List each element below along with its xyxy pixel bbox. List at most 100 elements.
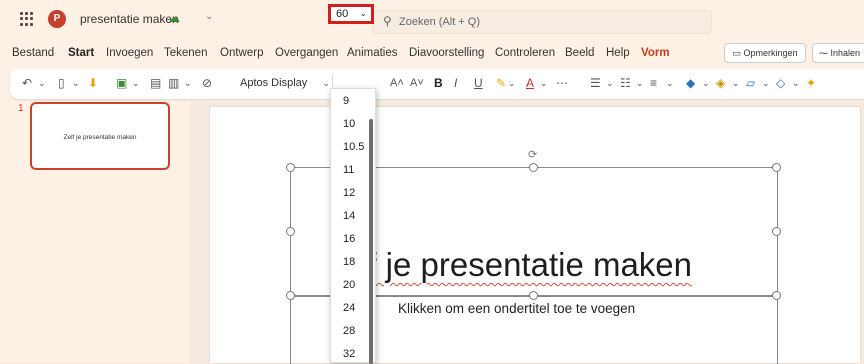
slide-thumbnail-title: Zelf je presentatie maken	[63, 134, 137, 141]
font-size-option[interactable]: 12	[343, 187, 355, 199]
app-window: P presentatie maken ☁ ⌄ ⚲ Zoeken (Alt + …	[0, 0, 864, 364]
resize-handle[interactable]	[286, 227, 295, 236]
shape-fill-icon[interactable]: ◈	[716, 76, 725, 90]
shrink-font-icon[interactable]: A˅	[410, 77, 424, 89]
shape-effects-icon[interactable]: ◇	[776, 76, 785, 90]
align-chevron-icon[interactable]: ⌄	[666, 78, 674, 89]
numbering-chevron-icon[interactable]: ⌄	[636, 78, 644, 89]
dropdown-scrollbar[interactable]	[369, 119, 373, 364]
slide-subtitle[interactable]: Klikken om een ondertitel toe te voegen	[398, 301, 635, 316]
chevron-down-icon: ⌄	[322, 78, 330, 88]
comments-button[interactable]: ▭ Opmerkingen	[724, 43, 806, 63]
resize-handle[interactable]	[529, 291, 538, 300]
font-size-option[interactable]: 9	[343, 95, 349, 107]
font-color-icon[interactable]: A	[526, 76, 534, 90]
italic-icon[interactable]: I	[454, 76, 457, 90]
align-icon[interactable]: ≡	[650, 76, 657, 90]
rotate-handle-icon[interactable]: ⟳	[528, 148, 537, 161]
menu-ontwerp[interactable]: Ontwerp	[220, 47, 263, 59]
grow-font-icon[interactable]: A˄	[390, 77, 404, 89]
section-icon[interactable]: ▥	[168, 76, 179, 90]
catch-up-button[interactable]: ⁓ Inhalen	[812, 43, 864, 63]
menu-help[interactable]: Help	[606, 47, 630, 59]
cloud-saved-icon: ☁	[168, 11, 180, 25]
font-color-chevron-icon[interactable]: ⌄	[540, 78, 548, 89]
slide-title-text: lf je presentatie maken	[360, 246, 693, 283]
catch-up-label: Inhalen	[830, 48, 861, 58]
font-size-option[interactable]: 11	[343, 164, 354, 176]
font-name-value: Aptos Display	[240, 77, 308, 89]
shape-effects-chevron-icon[interactable]: ⌄	[792, 78, 800, 89]
chevron-down-icon[interactable]: ⌄	[205, 11, 213, 22]
comments-label: Opmerkingen	[743, 48, 798, 58]
powerpoint-logo-icon: P	[48, 10, 66, 28]
ribbon-toolbar: ↶ ⌄ ▯ ⌄ ⬇ ▣ ⌄ ▤ ▥ ⌄ ⊘ Aptos Display ⌄ A˄…	[10, 69, 864, 99]
undo-chevron-icon[interactable]: ⌄	[38, 78, 46, 89]
resize-handle[interactable]	[286, 291, 295, 300]
shape-fill-chevron-icon[interactable]: ⌄	[732, 78, 740, 89]
resize-handle[interactable]	[772, 291, 781, 300]
slide-title[interactable]: lf je presentatie maken	[360, 246, 692, 284]
resize-handle[interactable]	[286, 163, 295, 172]
font-size-option[interactable]: 32	[343, 348, 355, 360]
font-size-value: 60	[336, 8, 349, 20]
numbering-icon[interactable]: ☷	[620, 76, 631, 90]
font-size-option[interactable]: 16	[343, 233, 355, 245]
slide-thumbnail[interactable]: Zelf je presentatie maken	[30, 102, 170, 170]
underline-icon[interactable]: U	[474, 76, 483, 90]
menu-beeld[interactable]: Beeld	[565, 47, 594, 59]
bullets-icon[interactable]: ☰	[590, 76, 601, 90]
more-options-icon[interactable]: ⋯	[556, 76, 568, 90]
menu-animaties[interactable]: Animaties	[347, 47, 398, 59]
search-input[interactable]: ⚲ Zoeken (Alt + Q)	[372, 10, 712, 34]
format-painter-icon[interactable]: ⬇	[88, 76, 98, 90]
font-size-option[interactable]: 18	[343, 256, 355, 268]
hide-slide-icon[interactable]: ⊘	[202, 76, 212, 90]
search-icon: ⚲	[383, 14, 392, 28]
resize-handle[interactable]	[772, 227, 781, 236]
font-size-option[interactable]: 20	[343, 279, 355, 291]
menu-bestand[interactable]: Bestand	[12, 47, 54, 59]
layout-icon[interactable]: ▤	[150, 76, 161, 90]
slide-number: 1	[18, 103, 24, 114]
shape-outline-icon[interactable]: ▱	[746, 76, 755, 90]
menu-vorm[interactable]: Vorm	[641, 47, 670, 59]
shapes-icon[interactable]: ◆	[686, 76, 695, 90]
new-slide-chevron-icon[interactable]: ⌄	[132, 78, 140, 89]
title-bar: P presentatie maken ☁ ⌄ ⚲ Zoeken (Alt + …	[0, 0, 864, 40]
document-title[interactable]: presentatie maken	[80, 12, 179, 26]
menu-controleren[interactable]: Controleren	[495, 47, 555, 59]
font-size-option[interactable]: 24	[343, 302, 355, 314]
bold-icon[interactable]: B	[434, 76, 443, 90]
menu-diavoorstelling[interactable]: Diavoorstelling	[409, 47, 484, 59]
paste-chevron-icon[interactable]: ⌄	[72, 78, 80, 89]
font-size-list: 9 10 10.5 11 12 14 16 18 20 24 28 32	[330, 88, 376, 364]
menu-overgangen[interactable]: Overgangen	[275, 47, 338, 59]
section-chevron-icon[interactable]: ⌄	[184, 78, 192, 89]
shape-outline-chevron-icon[interactable]: ⌄	[762, 78, 770, 89]
bullets-chevron-icon[interactable]: ⌄	[606, 78, 614, 89]
app-launcher-icon[interactable]	[20, 12, 34, 26]
font-size-option[interactable]: 10	[343, 118, 355, 130]
designer-icon[interactable]: ✦	[806, 76, 816, 90]
font-size-option[interactable]: 14	[343, 210, 355, 222]
menu-tekenen[interactable]: Tekenen	[164, 47, 207, 59]
paste-icon[interactable]: ▯	[58, 76, 65, 90]
menu-invoegen[interactable]: Invoegen	[106, 47, 153, 59]
font-name-dropdown[interactable]: Aptos Display ⌄	[240, 74, 333, 92]
menu-start[interactable]: Start	[68, 47, 94, 59]
highlight-icon[interactable]: ✎	[496, 76, 506, 90]
shapes-chevron-icon[interactable]: ⌄	[702, 78, 710, 89]
highlight-chevron-icon[interactable]: ⌄	[508, 78, 516, 89]
chevron-down-icon: ⌄	[359, 8, 367, 18]
font-size-option[interactable]: 28	[343, 325, 355, 337]
resize-handle[interactable]	[772, 163, 781, 172]
undo-icon[interactable]: ↶	[22, 76, 32, 90]
font-size-option[interactable]: 10.5	[343, 141, 364, 153]
font-size-dropdown[interactable]: 60 ⌄	[328, 4, 374, 24]
comment-icon: ▭	[732, 48, 741, 58]
new-slide-icon[interactable]: ▣	[116, 76, 127, 90]
catch-up-icon: ⁓	[819, 48, 828, 58]
search-placeholder: Zoeken (Alt + Q)	[399, 16, 481, 28]
resize-handle[interactable]	[529, 163, 538, 172]
